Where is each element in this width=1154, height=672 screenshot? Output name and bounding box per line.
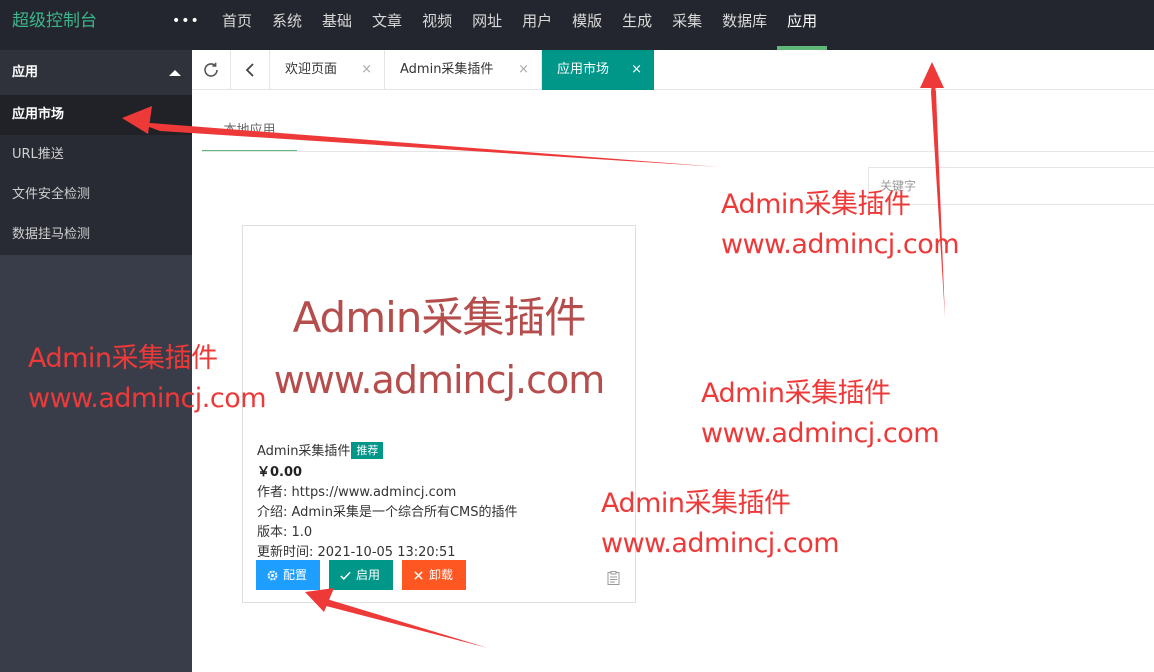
uninstall-label: 卸载: [429, 568, 454, 582]
watermark-line2: www.admincj.com: [721, 229, 960, 260]
check-icon: [340, 571, 351, 580]
close-icon[interactable]: ×: [518, 50, 529, 90]
watermark-line2: www.admincj.com: [28, 383, 267, 414]
watermark-annotation: Admin采集插件 www.admincj.com: [28, 339, 267, 419]
tab-local-apps[interactable]: 本地应用: [202, 118, 297, 152]
document-icon[interactable]: [607, 571, 620, 585]
plugin-intro: 介绍: Admin采集是一个综合所有CMS的插件: [257, 505, 518, 520]
tab-app-market[interactable]: 应用市场 ×: [542, 50, 654, 90]
enable-label: 启用: [356, 568, 381, 582]
sidebar-item-file-security[interactable]: 文件安全检测: [0, 175, 192, 215]
nav-item-articles[interactable]: 文章: [362, 0, 412, 50]
watermark-annotation: Admin采集插件 www.admincj.com: [721, 185, 960, 265]
nav-item-users[interactable]: 用户: [512, 0, 562, 50]
brand-logo[interactable]: 超级控制台: [12, 0, 97, 50]
inner-tab-divider: [202, 151, 1154, 152]
enable-button[interactable]: 启用: [329, 560, 393, 590]
nav-item-system[interactable]: 系统: [262, 0, 312, 50]
plugin-updated: 更新时间: 2021-10-05 13:20:51: [257, 545, 456, 560]
watermark-line1: Admin采集插件: [701, 378, 891, 409]
nav-item-templates[interactable]: 模版: [562, 0, 612, 50]
nav-item-database[interactable]: 数据库: [712, 0, 777, 50]
sidebar-group-apps[interactable]: 应用: [0, 50, 192, 95]
tab-welcome[interactable]: 欢迎页面 ×: [270, 50, 385, 90]
caret-up-icon: [169, 70, 181, 76]
cover-title: Admin采集插件: [292, 293, 587, 342]
close-icon[interactable]: ×: [361, 50, 372, 90]
tab-label: 欢迎页面: [285, 62, 338, 77]
nav-item-home[interactable]: 首页: [212, 0, 262, 50]
plugin-title-row: Admin采集插件 推荐: [257, 440, 384, 459]
watermark-annotation: Admin采集插件 www.admincj.com: [701, 374, 940, 454]
chevron-left-icon: [245, 63, 254, 77]
sidebar-item-trojan-scan[interactable]: 数据挂马检测: [0, 215, 192, 255]
top-header: 超级控制台 ••• 首页 系统 基础 文章 视频 网址 用户 模版 生成 采集 …: [0, 0, 1154, 50]
cover-url: www.admincj.com: [273, 358, 606, 402]
nav-item-videos[interactable]: 视频: [412, 0, 462, 50]
tab-label: 应用市场: [557, 62, 610, 77]
tab-label: Admin采集插件: [400, 62, 494, 77]
sidebar-group-label: 应用: [12, 65, 39, 80]
sidebar-item-url-push[interactable]: URL推送: [0, 135, 192, 175]
sidebar-item-app-market[interactable]: 应用市场: [0, 95, 192, 135]
nav-item-apps[interactable]: 应用: [777, 0, 828, 50]
watermark-line1: Admin采集插件: [601, 488, 791, 519]
sidebar-list: 应用市场 URL推送 文件安全检测 数据挂马检测: [0, 95, 192, 255]
watermark-line1: Admin采集插件: [721, 189, 911, 220]
ellipsis-icon[interactable]: •••: [172, 14, 199, 28]
plugin-version: 版本: 1.0: [257, 525, 313, 540]
nav-item-urls[interactable]: 网址: [462, 0, 512, 50]
app-window: 超级控制台 ••• 首页 系统 基础 文章 视频 网址 用户 模版 生成 采集 …: [0, 0, 1154, 672]
close-icon: [414, 570, 423, 580]
close-icon[interactable]: ×: [631, 50, 642, 90]
refresh-button[interactable]: [192, 50, 231, 90]
tab-admin-collector[interactable]: Admin采集插件 ×: [385, 50, 542, 90]
plugin-cover-image: Admin采集插件 www.admincj.com: [243, 226, 635, 436]
nav-item-generate[interactable]: 生成: [612, 0, 662, 50]
plugin-author: 作者: https://www.admincj.com: [257, 485, 457, 500]
watermark-annotation: Admin采集插件 www.admincj.com: [601, 484, 840, 564]
watermark-line1: Admin采集插件: [28, 343, 218, 374]
watermark-line2: www.admincj.com: [601, 528, 840, 559]
nav-item-collect[interactable]: 采集: [662, 0, 712, 50]
tab-bar: 欢迎页面 × Admin采集插件 × 应用市场 ×: [192, 50, 1154, 90]
back-button[interactable]: [231, 50, 270, 90]
nav-item-basic[interactable]: 基础: [312, 0, 362, 50]
recommend-badge: 推荐: [351, 442, 384, 459]
plugin-card: Admin采集插件 www.admincj.com Admin采集插件 推荐 ￥0…: [242, 225, 636, 603]
top-nav: 首页 系统 基础 文章 视频 网址 用户 模版 生成 采集 数据库 应用: [212, 0, 828, 50]
config-button[interactable]: 配置: [256, 560, 320, 590]
config-label: 配置: [283, 568, 308, 582]
plugin-price: ￥0.00: [257, 465, 303, 480]
uninstall-button[interactable]: 卸载: [402, 560, 466, 590]
plugin-title: Admin采集插件: [257, 444, 351, 459]
watermark-line2: www.admincj.com: [701, 418, 940, 449]
refresh-icon: [204, 62, 218, 77]
gear-icon: [267, 570, 278, 580]
